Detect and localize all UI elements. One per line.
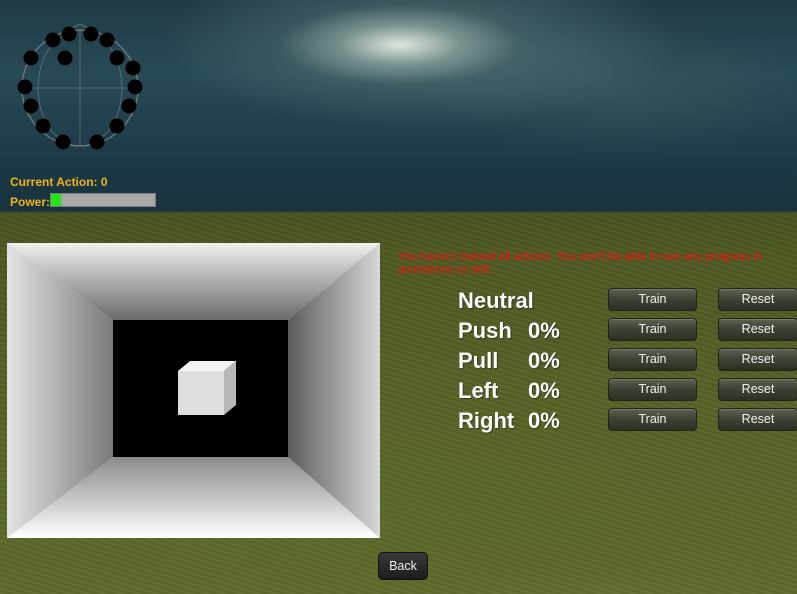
reset-right-button[interactable]: Reset xyxy=(718,408,797,431)
headset-svg xyxy=(17,23,143,150)
sensor-dot xyxy=(35,118,51,134)
action-name: Push xyxy=(458,318,512,343)
cube-viewport xyxy=(7,243,380,538)
sensor-dot xyxy=(89,134,105,150)
action-name: Pull xyxy=(458,348,499,373)
action-percent: 0% xyxy=(528,348,560,373)
action-percent: 0% xyxy=(528,378,560,403)
reset-neutral-button[interactable]: Reset xyxy=(718,288,797,311)
reset-push-button[interactable]: Reset xyxy=(718,318,797,341)
white-cube xyxy=(178,361,236,415)
power-label: Power: xyxy=(10,195,51,209)
headset-sensor-diagram xyxy=(14,20,148,150)
action-percent: 0% xyxy=(528,318,560,343)
sensor-dot xyxy=(45,32,61,48)
sensor-dot xyxy=(23,98,39,114)
power-bar xyxy=(50,193,156,207)
sensor-dot xyxy=(17,79,33,95)
sensor-dot xyxy=(23,50,39,66)
sensor-dot xyxy=(125,60,141,76)
train-neutral-button[interactable]: Train xyxy=(608,288,697,311)
sensor-dot xyxy=(109,118,125,134)
reset-pull-button[interactable]: Reset xyxy=(718,348,797,371)
reset-left-button[interactable]: Reset xyxy=(718,378,797,401)
untrained-warning: You haven't trained all actions. You won… xyxy=(398,251,763,276)
power-bar-fill xyxy=(51,194,62,206)
action-name: Right xyxy=(458,408,515,433)
back-button[interactable]: Back xyxy=(378,552,428,580)
sensor-dot xyxy=(99,32,115,48)
room-render xyxy=(7,243,380,538)
action-percent: 0% xyxy=(528,408,560,433)
sensor-dot xyxy=(121,98,137,114)
train-right-button[interactable]: Train xyxy=(608,408,697,431)
action-name: Neutral xyxy=(458,288,534,313)
current-action-label: Current Action: 0 xyxy=(10,175,108,189)
sensor-dot xyxy=(127,79,143,95)
sensor-dot xyxy=(57,50,73,66)
action-name: Left xyxy=(458,378,499,403)
train-left-button[interactable]: Train xyxy=(608,378,697,401)
sensor-dot xyxy=(55,134,71,150)
sensor-dot xyxy=(61,26,77,42)
train-push-button[interactable]: Train xyxy=(608,318,697,341)
sensor-dot xyxy=(109,50,125,66)
train-pull-button[interactable]: Train xyxy=(608,348,697,371)
sensor-dot xyxy=(83,26,99,42)
